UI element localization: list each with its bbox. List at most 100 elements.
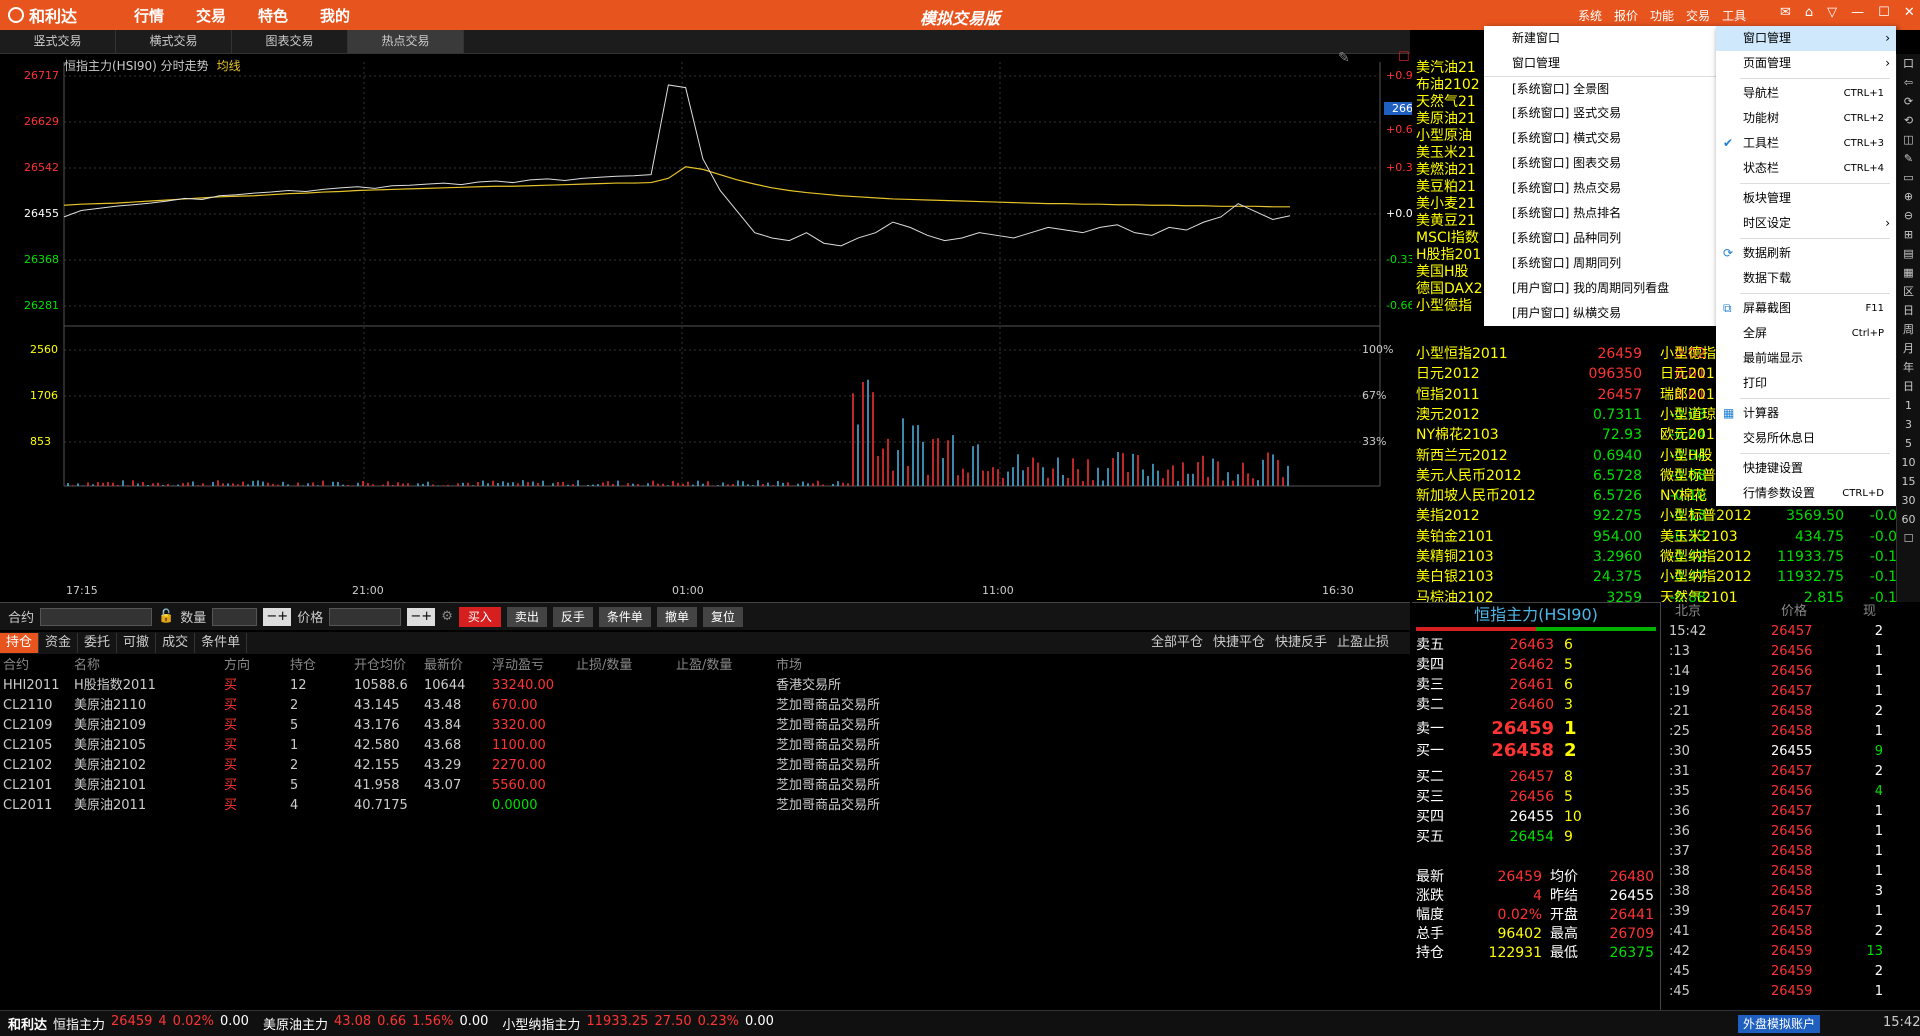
price-stepper[interactable]: −+ [407,607,436,626]
lock-icon[interactable]: 🔓 [158,609,174,624]
contract-select[interactable] [40,607,153,626]
order-button-5[interactable]: 复位 [702,606,743,627]
tools-menu-item[interactable]: 最前端显示 [1716,346,1896,371]
system-menu-item[interactable]: 系统 [1578,7,1602,24]
toolbar-icon[interactable]: 口 [1897,54,1920,73]
toolbar-icon[interactable]: ⊞ [1897,225,1920,244]
menu-item[interactable]: 我的 [304,5,366,26]
toolbar-icon[interactable]: 1 [1897,396,1920,415]
tools-menu-item[interactable]: 交易所休息日 [1716,426,1896,451]
window-menu-item[interactable]: [用户窗口] 纵横交易 [1484,301,1716,326]
tools-menu-item[interactable]: 打印 [1716,371,1896,396]
maximize-icon[interactable]: ☐ [1878,5,1890,20]
system-menu-item[interactable]: 功能 [1650,7,1674,24]
tools-menu-item[interactable]: ▦ 计算器 [1716,401,1896,426]
account-badge[interactable]: 外盘模拟账户 [1738,1015,1821,1033]
tools-menu-item[interactable]: ⧉ 屏幕截图 F11 [1716,296,1896,321]
status-ticker[interactable]: 美原油主力 43.08 0.66 1.56% 0.00 [263,1014,488,1033]
tab-成交[interactable]: 成交 [156,633,196,653]
toolbar-icon[interactable]: ▤ [1897,244,1920,263]
window-menu-item[interactable]: 窗口管理 [1484,51,1716,76]
toolbar-icon[interactable]: 日 [1897,377,1920,396]
toolbar-icon[interactable]: 日 [1897,301,1920,320]
order-button-1[interactable]: 卖出 [506,606,547,627]
tools-menu-item[interactable]: 状态栏 CTRL+4 [1716,156,1896,181]
table-row[interactable]: CL2110 美原油2110 买 2 43.145 43.48 670.00 芝加哥商品交易所 [0,696,1410,716]
toolbar-icon[interactable]: 15 [1897,472,1920,491]
tab-图表交易[interactable]: 图表交易 [232,30,348,53]
toolbar-icon[interactable]: ⟲ [1897,111,1920,130]
toolbar-icon[interactable]: 区 [1897,282,1920,301]
tab-竖式交易[interactable]: 竖式交易 [0,30,116,53]
window-menu-item[interactable]: [系统窗口] 横式交易 [1484,126,1716,151]
menu-item[interactable]: 特色 [242,5,304,26]
quote-name[interactable]: 小型H股 [1660,446,1713,466]
toolbar-icon[interactable]: 60 [1897,510,1920,529]
window-menu-item[interactable]: 新建窗口 [1484,26,1716,51]
tools-menu-item[interactable]: 窗口管理 › [1716,26,1896,51]
tab-委托[interactable]: 委托 [78,633,118,653]
quote-name[interactable]: 日元2012 [1416,364,1480,384]
quote-name[interactable]: 新加坡人民币2012 [1416,486,1536,506]
qty-stepper[interactable]: −+ [263,607,292,626]
toolbar-icon[interactable]: ✎ [1897,149,1920,168]
window-menu-item[interactable]: [系统窗口] 竖式交易 [1484,101,1716,126]
toolbar-icon[interactable]: 月 [1897,339,1920,358]
toolbar-icon[interactable]: ⟳ [1897,92,1920,111]
window-menu-item[interactable]: [系统窗口] 图表交易 [1484,151,1716,176]
toolbar-icon[interactable]: ⊕ [1897,187,1920,206]
order-button-4[interactable]: 撤单 [656,606,697,627]
order-button-2[interactable]: 反手 [552,606,593,627]
table-row[interactable]: HHI2011 H股指数2011 买 12 10588.6 10644 33240.00 香港… [0,676,1410,696]
quote-name[interactable]: 美白银2103 [1416,567,1494,587]
dropdown-icon[interactable]: ▽ [1827,5,1837,20]
quote-name[interactable]: 美指2012 [1416,506,1480,526]
tools-menu-item[interactable]: 时区设定 › [1716,211,1896,236]
tab-资金[interactable]: 资金 [39,633,79,653]
window-menu-item[interactable]: [系统窗口] 热点交易 [1484,176,1716,201]
toolbar-icon[interactable]: ◫ [1897,130,1920,149]
tools-menu-item[interactable]: 功能树 CTRL+2 [1716,106,1896,131]
quote-name[interactable]: 日元201 [1660,364,1715,384]
action-全部平仓[interactable]: 全部平仓 [1146,633,1208,653]
toolbar-icon[interactable]: 30 [1897,491,1920,510]
order-button-3[interactable]: 条件单 [598,606,651,627]
quote-name[interactable]: 瑞郎201 [1660,385,1715,405]
quote-name[interactable]: 小型恒指2011 [1416,344,1508,364]
window-menu-item[interactable]: [系统窗口] 全景图 [1484,76,1716,101]
quote-name[interactable]: 美精铜2103 [1416,547,1494,567]
minimize-icon[interactable]: — [1851,5,1864,20]
quote-name[interactable]: 美玉米2103 [1660,527,1738,547]
window-menu-item[interactable]: [用户窗口] 我的周期同列看盘 [1484,276,1716,301]
toolbar-icon[interactable]: 3 [1897,415,1920,434]
quote-name[interactable]: NY棉花 [1660,486,1707,506]
quote-name[interactable]: 澳元2012 [1416,405,1480,425]
quote-name[interactable]: 微型纳指2012 [1660,547,1752,567]
toolbar-icon[interactable]: 5 [1897,434,1920,453]
tools-menu-item[interactable]: 板块管理 [1716,186,1896,211]
quote-name[interactable]: 小型标普2012 [1660,506,1752,526]
quote-name[interactable]: 美元人民币2012 [1416,466,1522,486]
toolbar-icon[interactable]: 周 [1897,320,1920,339]
menu-item[interactable]: 交易 [180,5,242,26]
toolbar-icon[interactable]: ⊖ [1897,206,1920,225]
toolbar-icon[interactable]: ▭ [1897,168,1920,187]
tools-menu-item[interactable]: 页面管理 › [1716,51,1896,76]
toolbar-icon[interactable]: ▦ [1897,263,1920,282]
order-button-0[interactable]: 买入 [458,606,501,627]
tools-menu-item[interactable]: ✔ 工具栏 CTRL+3 [1716,131,1896,156]
tools-menu-item[interactable]: 行情参数设置 CTRL+D [1716,481,1896,506]
window-menu-item[interactable]: [系统窗口] 品种同列 [1484,226,1716,251]
mail-icon[interactable]: ✉ [1780,5,1791,20]
toolbar-icon[interactable]: 10 [1897,453,1920,472]
intraday-chart[interactable]: 恒指主力(HSI90) 分时走势 均线 26642 26717 26629 26542 2… [0,50,1435,602]
status-ticker[interactable]: 小型纳指主力 11933.25 27.50 0.23% 0.00 [502,1014,774,1033]
price-input[interactable] [329,607,402,626]
gear-icon[interactable]: ⚙ [441,609,453,624]
tab-横式交易[interactable]: 横式交易 [116,30,232,53]
table-row[interactable]: CL2102 美原油2102 买 2 42.155 43.29 2270.00 芝加哥商品交易… [0,756,1410,776]
quote-name[interactable]: 新西兰元2012 [1416,446,1508,466]
tools-menu-item[interactable]: 导航栏 CTRL+1 [1716,81,1896,106]
system-menu-item[interactable]: 交易 [1686,7,1710,24]
quote-name[interactable]: NY棉花2103 [1416,425,1499,445]
